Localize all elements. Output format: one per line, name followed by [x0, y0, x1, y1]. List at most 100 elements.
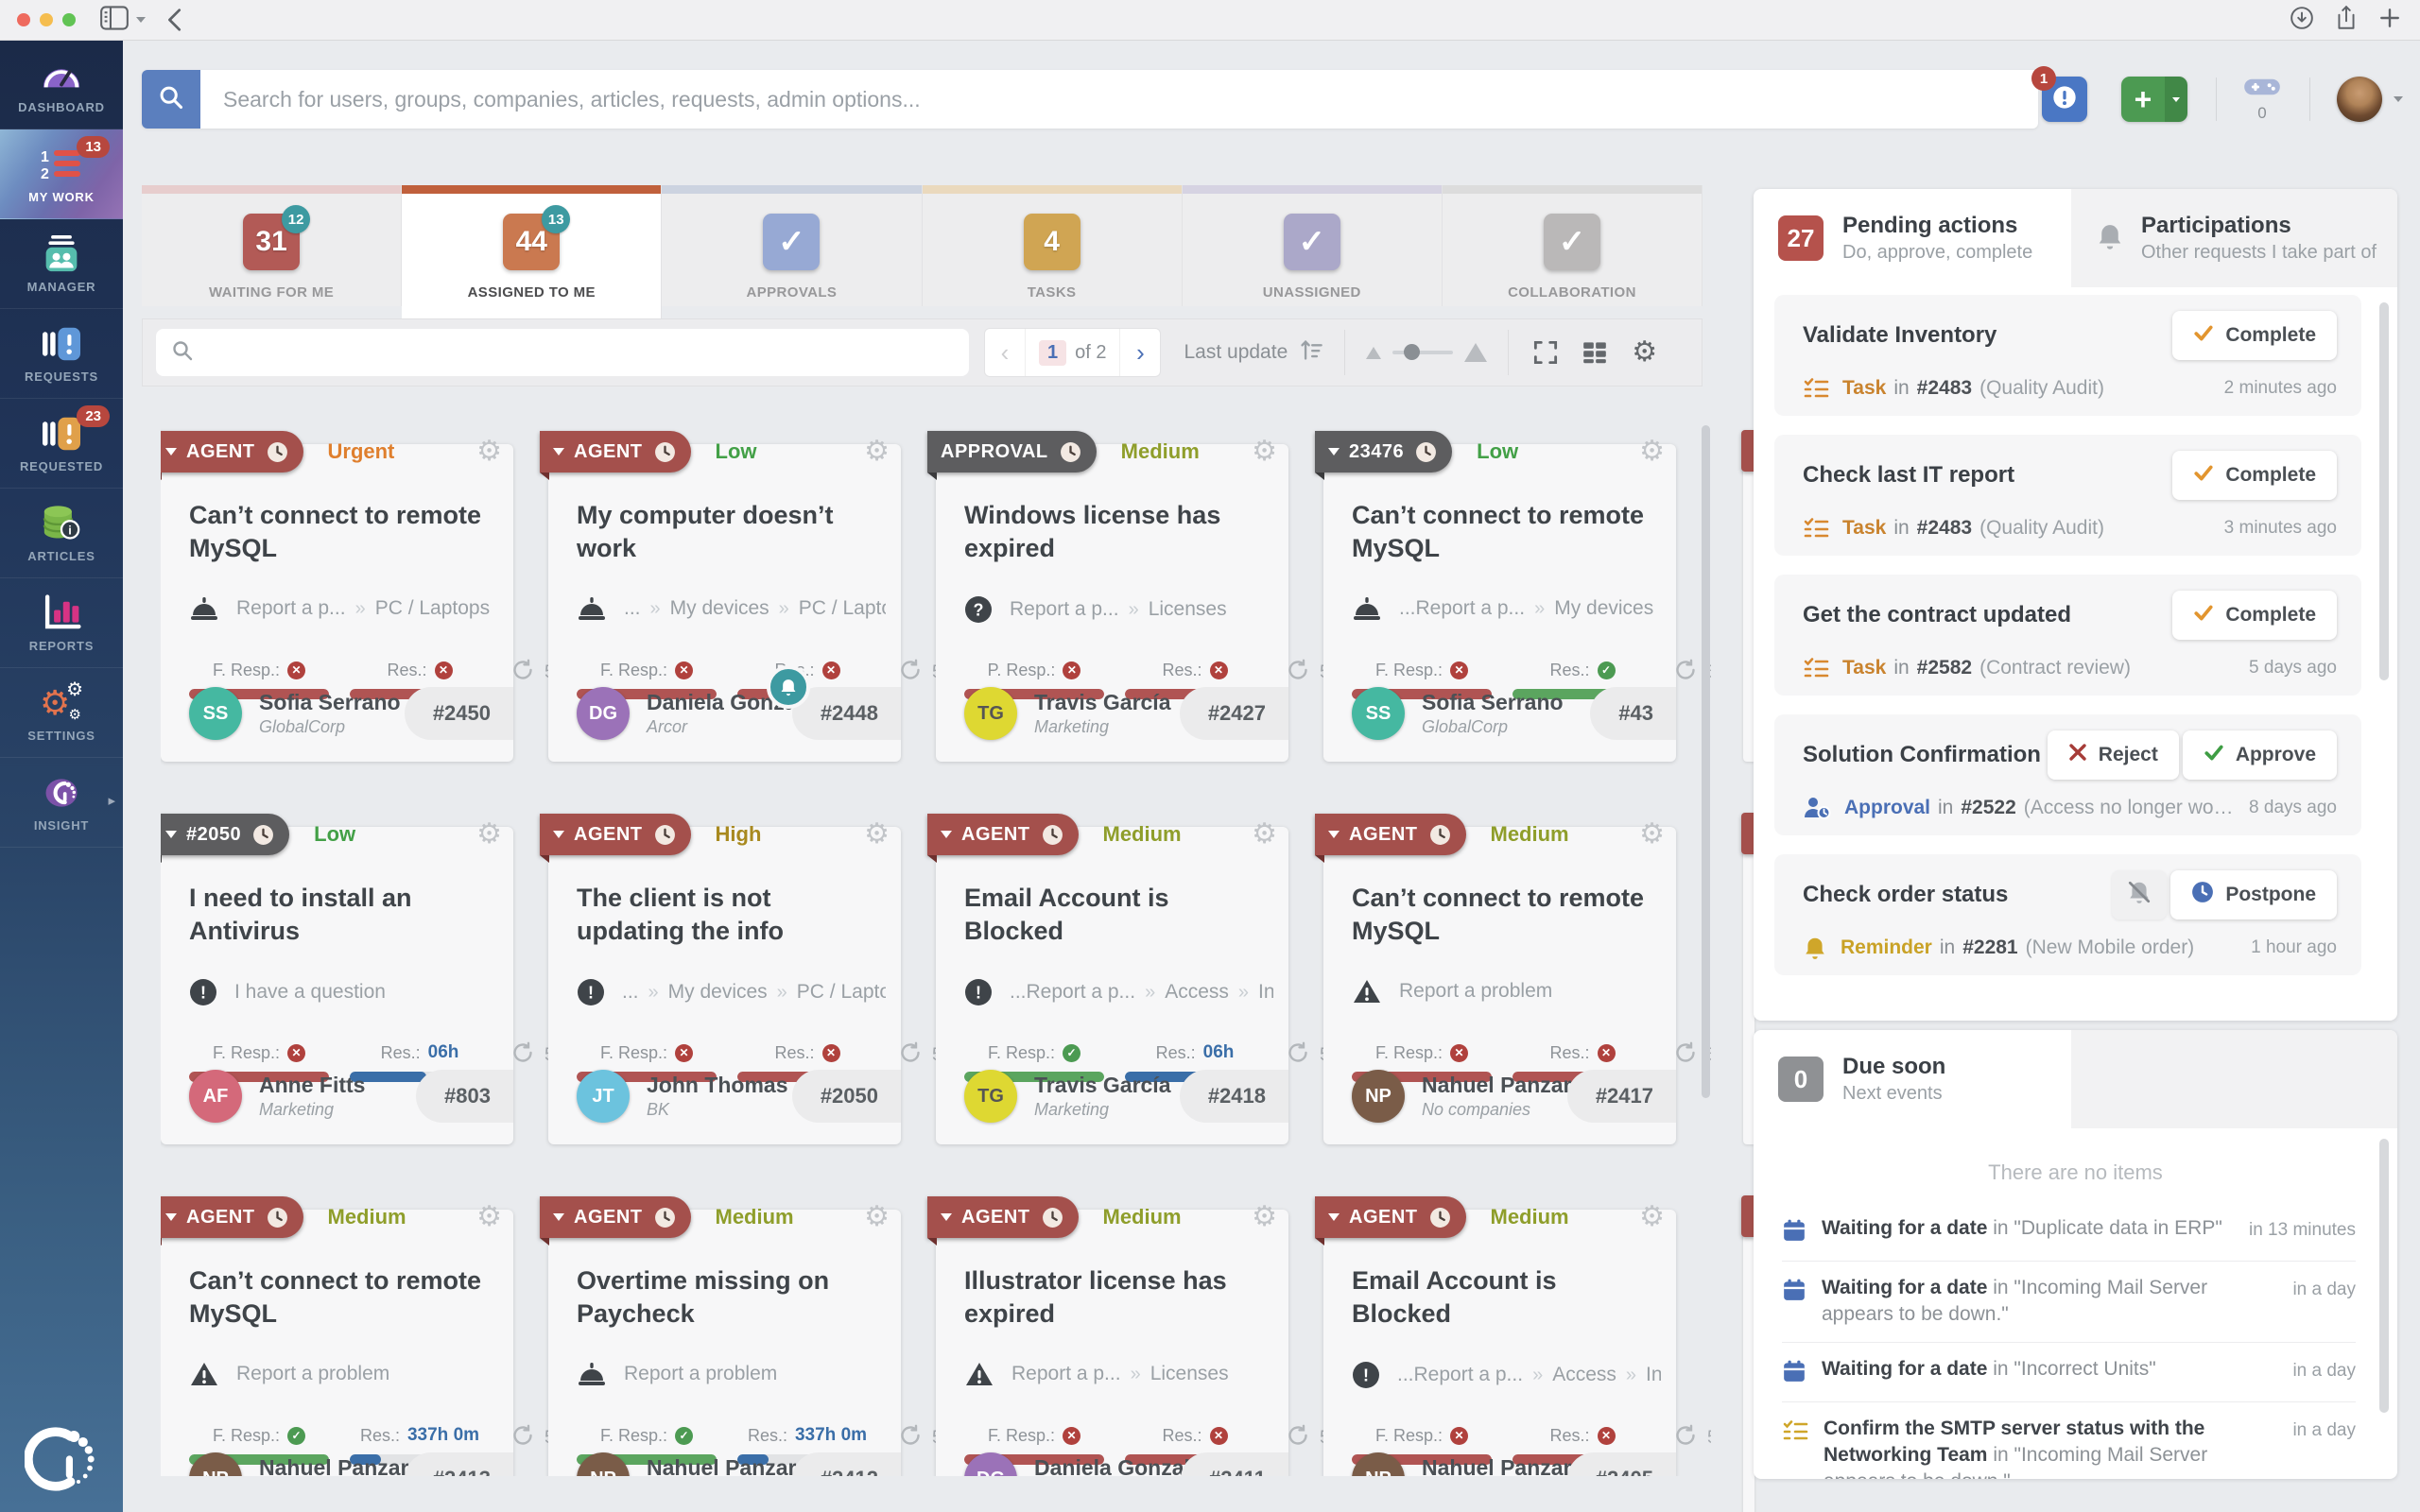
- sidebar-item-settings[interactable]: ⚙ ⚙ ⚙ SETTINGS: [0, 668, 123, 758]
- request-card[interactable]: 23476 Low ⚙ Can’t connect to remote MySQL..…: [1315, 431, 1711, 762]
- sidebar-item-reports[interactable]: REPORTS: [0, 578, 123, 668]
- card-type-ribbon[interactable]: AGENT: [540, 814, 691, 863]
- request-card[interactable]: AGENT Low ⚙ My computer doesn’t work... » My …: [540, 431, 981, 762]
- card-size-slider[interactable]: [1366, 343, 1488, 362]
- filter-search-input[interactable]: [203, 340, 954, 365]
- due-scrollbar[interactable]: [2379, 1139, 2389, 1413]
- request-card[interactable]: APPROVAL Medium ⚙ Windows license has expir…: [927, 431, 1369, 762]
- user-avatar[interactable]: [2337, 77, 2382, 122]
- grid-view-button[interactable]: [1582, 340, 1607, 365]
- new-request-dropdown[interactable]: [2165, 77, 2187, 122]
- request-id: #2405: [1566, 1452, 1676, 1476]
- sort-control[interactable]: Last update: [1184, 337, 1323, 368]
- tab-approvals[interactable]: ✓ APPROVALS: [662, 185, 923, 306]
- gear-icon[interactable]: ⚙: [1639, 1203, 1665, 1231]
- new-request-button[interactable]: +: [2121, 77, 2187, 122]
- size-slider-knob[interactable]: [1404, 344, 1421, 360]
- card-type-ribbon[interactable]: #2050: [161, 814, 290, 863]
- request-card[interactable]: #2050 Low ⚙ I need to install an Antivirus!…: [161, 814, 594, 1144]
- gear-icon[interactable]: ⚙: [476, 820, 502, 849]
- tab-collaboration[interactable]: ✓ COLLABORATION: [1442, 185, 1703, 306]
- next-page-button[interactable]: ›: [1120, 338, 1160, 368]
- fullscreen-button[interactable]: [1533, 340, 1558, 365]
- complete-button[interactable]: Complete: [2172, 451, 2337, 500]
- sidebar-item-articles[interactable]: i ARTICLES: [0, 489, 123, 578]
- current-page: 1: [1039, 339, 1067, 366]
- sidebar-item-manager[interactable]: MANAGER: [0, 219, 123, 309]
- search-button[interactable]: [142, 70, 200, 129]
- zoom-window-button[interactable]: [62, 13, 76, 26]
- back-button[interactable]: [166, 8, 182, 32]
- complete-button[interactable]: Complete: [2172, 311, 2337, 360]
- request-card[interactable]: AGENT Medium ⚙ Can’t connect to remote MySQ…: [1315, 814, 1711, 1144]
- request-card[interactable]: AGENT Medium ⚙ Illustrator license has expi…: [927, 1196, 1369, 1476]
- breadcrumb-item: ...Report a p...: [1399, 597, 1526, 619]
- reject-button[interactable]: Reject: [2047, 730, 2179, 780]
- new-tab-icon[interactable]: [2378, 7, 2401, 34]
- related-request-id[interactable]: #2281: [1962, 936, 2017, 959]
- prev-page-button[interactable]: ‹: [985, 338, 1025, 368]
- gear-icon[interactable]: ⚙: [864, 820, 890, 849]
- tab-assigned-to-me[interactable]: 44 13 ASSIGNED TO ME: [402, 185, 663, 318]
- related-request-id[interactable]: #2483: [1917, 377, 1972, 400]
- gear-icon[interactable]: ⚙: [1252, 820, 1277, 849]
- gear-icon[interactable]: ⚙: [864, 438, 890, 466]
- request-card[interactable]: AGENT Medium ⚙ Overtime missing on Paycheck…: [540, 1196, 981, 1476]
- card-type-ribbon[interactable]: AGENT: [927, 1196, 1079, 1246]
- gear-icon[interactable]: ⚙: [1252, 438, 1277, 466]
- user-menu-chevron-icon[interactable]: [2394, 96, 2403, 102]
- request-card[interactable]: AGENT High ⚙ The client is not updating the…: [540, 814, 981, 1144]
- sidebar-item-insight[interactable]: ▸ INSIGHT: [0, 758, 123, 848]
- card-type-ribbon[interactable]: AGENT: [927, 814, 1079, 863]
- pending-action: Check order status Postpone Reminder in #228…: [1774, 854, 2361, 975]
- card-type-ribbon[interactable]: AGENT: [161, 431, 303, 480]
- gear-icon[interactable]: ⚙: [1639, 438, 1665, 466]
- gear-icon[interactable]: ⚙: [864, 1203, 890, 1231]
- card-type-ribbon[interactable]: 23476: [1315, 431, 1453, 480]
- card-type-ribbon[interactable]: AGENT: [1315, 814, 1466, 863]
- gear-icon[interactable]: ⚙: [1252, 1203, 1277, 1231]
- card-type-ribbon[interactable]: AGENT: [161, 1196, 303, 1246]
- tab-tasks[interactable]: 4 TASKS: [922, 185, 1183, 306]
- close-window-button[interactable]: [17, 13, 30, 26]
- card-type-ribbon[interactable]: AGENT: [540, 1196, 691, 1246]
- tab-participations[interactable]: Participations Other requests I take par…: [2071, 189, 2397, 287]
- chevron-down-icon[interactable]: [136, 17, 146, 23]
- mute-button[interactable]: [2112, 870, 2168, 919]
- sidebar-toggle-icon[interactable]: [100, 5, 129, 35]
- tab-due-soon[interactable]: 0 Due soon Next events: [1754, 1030, 2071, 1128]
- global-search-input[interactable]: [200, 70, 2038, 129]
- sidebar-item-requested[interactable]: 23 REQUESTED: [0, 399, 123, 489]
- size-slider-track[interactable]: [1392, 344, 1454, 360]
- list-settings-button[interactable]: ⚙: [1632, 338, 1657, 367]
- gear-icon[interactable]: ⚙: [1639, 820, 1665, 849]
- related-request-id[interactable]: #2522: [1961, 797, 2015, 819]
- approve-button[interactable]: Approve: [2182, 730, 2337, 780]
- gear-icon[interactable]: ⚙: [476, 1203, 502, 1231]
- sidebar-item-requests[interactable]: REQUESTS: [0, 309, 123, 399]
- card-type-ribbon[interactable]: AGENT: [1315, 1196, 1466, 1246]
- postpone-button[interactable]: Postpone: [2170, 870, 2337, 919]
- card-type-ribbon[interactable]: AGENT: [540, 431, 691, 480]
- tab-pending-actions[interactable]: 27 Pending actions Do, approve, complete: [1754, 189, 2071, 287]
- share-icon[interactable]: [2335, 5, 2358, 36]
- request-card[interactable]: AGENT Medium ⚙ Can’t connect to remote MySQ…: [161, 1196, 594, 1476]
- related-request-id[interactable]: #2483: [1917, 517, 1972, 540]
- minimize-window-button[interactable]: [40, 13, 53, 26]
- request-card[interactable]: AGENT Medium ⚙ Email Account is Blocked!...…: [1315, 1196, 1711, 1476]
- gamification-button[interactable]: 0: [2243, 76, 2281, 123]
- alerts-button[interactable]: 1: [2031, 66, 2087, 122]
- sidebar-item-my-work[interactable]: 1 2 13 MY WORK: [0, 129, 123, 219]
- tab-waiting-for-me[interactable]: 31 12 WAITING FOR ME: [142, 185, 403, 306]
- pending-scrollbar[interactable]: [2379, 302, 2389, 680]
- complete-button[interactable]: Complete: [2172, 591, 2337, 640]
- card-type-ribbon[interactable]: APPROVAL: [927, 431, 1097, 480]
- cards-scrollbar[interactable]: [1702, 425, 1710, 1098]
- tab-unassigned[interactable]: ✓ UNASSIGNED: [1182, 185, 1443, 306]
- related-request-id[interactable]: #2582: [1917, 657, 1972, 679]
- request-card[interactable]: AGENT Medium ⚙ Email Account is Blocked!...…: [927, 814, 1369, 1144]
- gear-icon[interactable]: ⚙: [476, 438, 502, 466]
- sidebar-item-dashboard[interactable]: DASHBOARD: [0, 40, 123, 129]
- request-card[interactable]: AGENT Urgent ⚙ Can’t connect to remote MySQ…: [161, 431, 594, 762]
- download-icon[interactable]: [2290, 6, 2314, 35]
